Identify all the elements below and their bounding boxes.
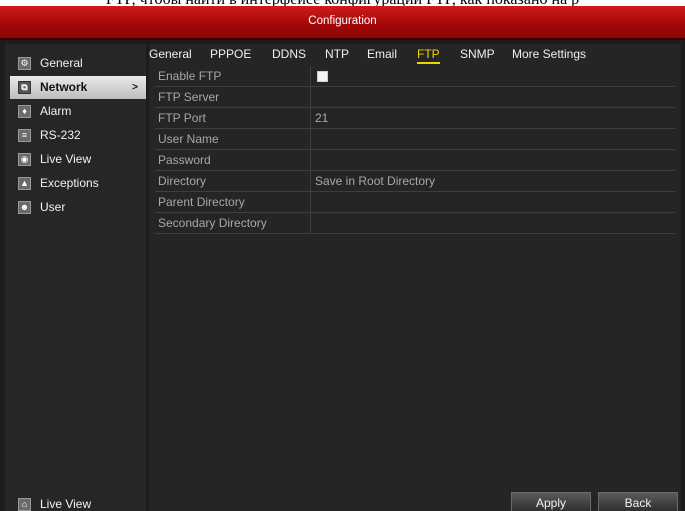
sidebar-item-user[interactable]: ☻ User: [10, 196, 146, 219]
enable-ftp-label: Enable FTP: [155, 66, 311, 86]
directory-label: Directory: [155, 171, 311, 191]
live-view-label: Live View: [40, 497, 92, 511]
ftp-port-field[interactable]: 21: [315, 108, 328, 128]
tab-email[interactable]: Email: [367, 47, 397, 61]
ftp-port-row: FTP Port 21: [155, 108, 675, 129]
sidebar-item-network[interactable]: ⧉ Network >: [10, 76, 146, 99]
apply-button[interactable]: Apply: [511, 492, 591, 511]
tab-ntp[interactable]: NTP: [325, 47, 349, 61]
sidebar-item-rs232[interactable]: ≡ RS-232: [10, 124, 146, 147]
parent-directory-label: Parent Directory: [155, 192, 311, 212]
chevron-right-icon: >: [132, 82, 138, 93]
sidebar: ⚙ General ⧉ Network > ♦ Alarm ≡ RS-232 ◉…: [5, 44, 146, 511]
ftp-port-label: FTP Port: [155, 108, 311, 128]
sidebar-item-label: RS-232: [40, 128, 81, 142]
tab-ftp[interactable]: FTP: [417, 47, 440, 64]
ftp-server-label: FTP Server: [155, 87, 311, 107]
user-name-label: User Name: [155, 129, 311, 149]
user-icon: ☻: [18, 201, 31, 214]
sidebar-item-label: User: [40, 200, 66, 214]
live-view-button[interactable]: ⌂ Live View: [10, 493, 146, 511]
eye-icon: ◉: [18, 153, 31, 166]
configuration-window: Configuration ⚙ General ⧉ Network > ♦ Al…: [0, 6, 685, 511]
gear-icon: ⚙: [18, 57, 31, 70]
secondary-directory-label: Secondary Directory: [155, 213, 311, 233]
tab-snmp[interactable]: SNMP: [460, 47, 495, 61]
window-title: Configuration: [0, 6, 685, 40]
alarm-icon: ♦: [18, 105, 31, 118]
password-row: Password: [155, 150, 675, 171]
secondary-directory-row: Secondary Directory: [155, 213, 675, 234]
network-icon: ⧉: [18, 81, 31, 94]
tab-more-settings[interactable]: More Settings: [512, 47, 586, 61]
serial-port-icon: ≡: [18, 129, 31, 142]
directory-select[interactable]: Save in Root Directory: [315, 171, 435, 191]
sidebar-item-label: Network: [40, 80, 88, 94]
sidebar-item-alarm[interactable]: ♦ Alarm: [10, 100, 146, 123]
sidebar-item-label: Exceptions: [40, 176, 99, 190]
sidebar-item-live-view[interactable]: ◉ Live View: [10, 148, 146, 171]
sidebar-item-general[interactable]: ⚙ General: [10, 52, 146, 75]
main-panel: General PPPOE DDNS NTP Email FTP SNMP Mo…: [149, 44, 681, 511]
sidebar-item-exceptions[interactable]: ▲ Exceptions: [10, 172, 146, 195]
tab-bar: General PPPOE DDNS NTP Email FTP SNMP Mo…: [149, 44, 681, 64]
sidebar-item-label: General: [40, 56, 83, 70]
user-name-row: User Name: [155, 129, 675, 150]
tab-pppoe[interactable]: PPPOE: [210, 47, 251, 61]
tab-general[interactable]: General: [149, 47, 192, 61]
warning-icon: ▲: [18, 177, 31, 190]
password-label: Password: [155, 150, 311, 170]
directory-row: Directory Save in Root Directory: [155, 171, 675, 192]
enable-ftp-row: Enable FTP: [155, 66, 675, 87]
sidebar-item-label: Alarm: [40, 104, 72, 118]
sidebar-item-label: Live View: [40, 152, 92, 166]
enable-ftp-checkbox[interactable]: [317, 71, 328, 82]
back-button[interactable]: Back: [598, 492, 678, 511]
tab-ddns[interactable]: DDNS: [272, 47, 306, 61]
home-icon: ⌂: [18, 498, 31, 511]
ftp-server-row: FTP Server: [155, 87, 675, 108]
parent-directory-row: Parent Directory: [155, 192, 675, 213]
